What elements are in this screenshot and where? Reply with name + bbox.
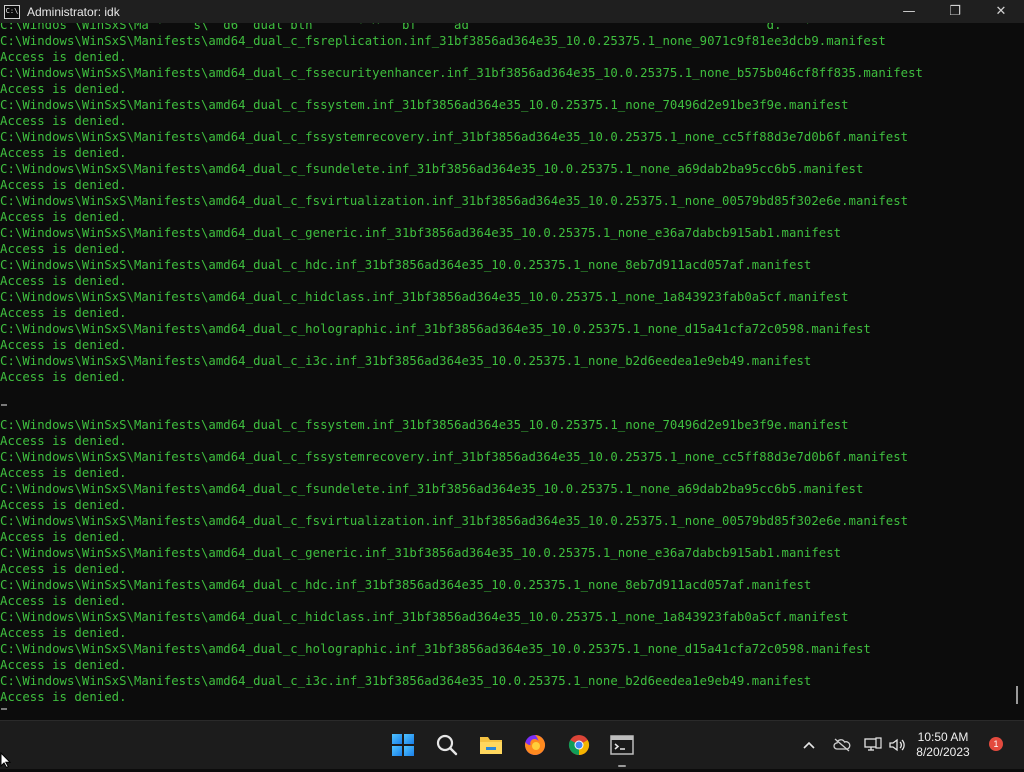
scrollbar-thumb[interactable] [1016, 686, 1018, 704]
clock-date: 8/20/2023 [916, 745, 970, 759]
console-line: Access is denied. [0, 146, 127, 160]
window-title: Administrator: idk [27, 4, 120, 19]
console-line: C:\Windows\WinSxS\Manifests\amd64_dual_c… [0, 514, 909, 528]
onedrive-icon[interactable] [831, 721, 853, 769]
console-line: Access is denied. [0, 114, 127, 128]
console-line: Access is denied. [0, 466, 127, 480]
console-line: Access is denied. [0, 274, 127, 288]
console-line: Access is denied. [0, 530, 127, 544]
console-line: C:\Windows\WinSxS\Manifests\amd64_dual_c… [0, 354, 812, 368]
volume-icon[interactable] [886, 721, 908, 769]
chevron-up-icon[interactable] [799, 721, 819, 769]
console-line: C:\Windows\WinSxS\Manifests\amd64_dual_c… [0, 162, 864, 176]
console-line: Access is denied. [0, 82, 127, 96]
console-line: C:\Windows\WinSxS\Manifests\amd64_dual_c… [0, 578, 812, 592]
console-line: Access is denied. [0, 498, 127, 512]
search-icon[interactable] [433, 731, 461, 759]
console-line: Access is denied. [0, 434, 127, 448]
console-line: Access is denied. [0, 178, 127, 192]
console-line: C:\Windows\WinSxS\Manifests\amd64_dual_c… [0, 130, 909, 144]
console-line: Access is denied. [0, 338, 127, 352]
console-output[interactable]: C:\Windos \WinSxS\Ma ' s\ d6 dual bth ' … [0, 23, 1010, 720]
console-cursor [1, 708, 7, 710]
console-line: Access is denied. [0, 658, 127, 672]
chrome-icon[interactable] [565, 731, 593, 759]
console-line: Access is denied. [0, 594, 127, 608]
console-line: C:\Windows\WinSxS\Manifests\amd64_dual_c… [0, 290, 849, 304]
window-controls: — ❐ ✕ [886, 0, 1024, 23]
console-line: Access is denied. [0, 690, 127, 704]
console-line: Access is denied. [0, 50, 127, 64]
console-line: C:\Windos \WinSxS\Ma ' s\ d6 dual bth ' … [0, 23, 812, 32]
file-explorer-icon[interactable] [477, 731, 505, 759]
console-line: C:\Windows\WinSxS\Manifests\amd64_dual_c… [0, 322, 871, 336]
console-line: Access is denied. [0, 306, 127, 320]
command-prompt-icon: C:\ [4, 4, 20, 19]
console-line: C:\Windows\WinSxS\Manifests\amd64_dual_c… [0, 450, 909, 464]
network-icon[interactable] [862, 721, 884, 769]
console-line: C:\Windows\WinSxS\Manifests\amd64_dual_c… [0, 418, 849, 432]
notification-badge[interactable]: 1 [989, 737, 1003, 751]
console-line: Access is denied. [0, 370, 127, 384]
firefox-icon[interactable] [521, 731, 549, 759]
console-line: Access is denied. [0, 242, 127, 256]
close-button[interactable]: ✕ [978, 0, 1024, 23]
system-clock[interactable]: 10:50 AM 8/20/2023 [908, 730, 978, 760]
console-cursor-mark [1, 404, 7, 406]
console-line: C:\Windows\WinSxS\Manifests\amd64_dual_c… [0, 98, 849, 112]
minimize-button[interactable]: — [886, 0, 932, 23]
console-line: C:\Windows\WinSxS\Manifests\amd64_dual_c… [0, 546, 842, 560]
console-line: Access is denied. [0, 210, 127, 224]
taskbar: 10:50 AM 8/20/2023 1 [0, 720, 1024, 769]
console-line: C:\Windows\WinSxS\Manifests\amd64_dual_c… [0, 34, 886, 48]
console-line: C:\Windows\WinSxS\Manifests\amd64_dual_c… [0, 66, 923, 80]
maximize-button[interactable]: ❐ [932, 0, 978, 23]
console-line: C:\Windows\WinSxS\Manifests\amd64_dual_c… [0, 610, 849, 624]
terminal-icon[interactable] [608, 731, 636, 759]
start-icon[interactable] [389, 731, 417, 759]
clock-time: 10:50 AM [917, 730, 969, 744]
title-bar[interactable]: C:\ Administrator: idk — ❐ ✕ [0, 0, 1024, 23]
console-line: C:\Windows\WinSxS\Manifests\amd64_dual_c… [0, 642, 871, 656]
console-line: C:\Windows\WinSxS\Manifests\amd64_dual_c… [0, 226, 842, 240]
console-line: C:\Windows\WinSxS\Manifests\amd64_dual_c… [0, 674, 812, 688]
console-line: Access is denied. [0, 626, 127, 640]
console-line: C:\Windows\WinSxS\Manifests\amd64_dual_c… [0, 482, 864, 496]
console-line: C:\Windows\WinSxS\Manifests\amd64_dual_c… [0, 194, 909, 208]
mouse-pointer-icon [0, 751, 12, 772]
active-app-indicator [618, 765, 626, 767]
console-line: C:\Windows\WinSxS\Manifests\amd64_dual_c… [0, 258, 812, 272]
console-line: Access is denied. [0, 562, 127, 576]
